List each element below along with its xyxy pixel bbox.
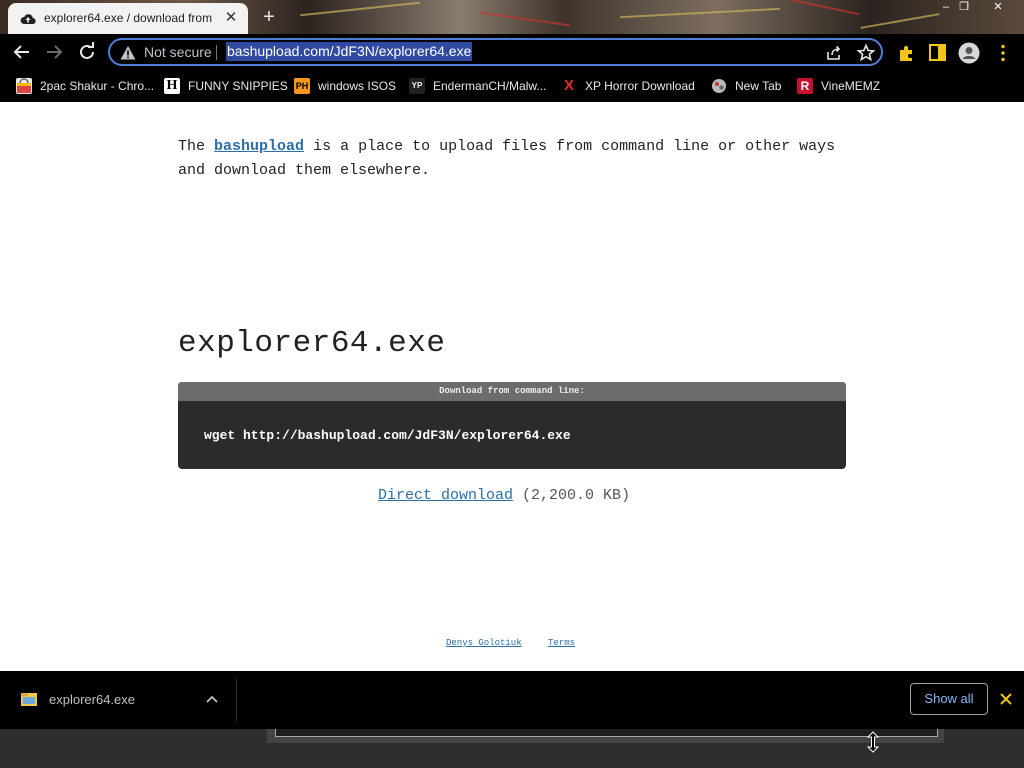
security-label[interactable]: Not secure <box>144 44 212 60</box>
wallpaper-streak <box>480 11 570 27</box>
cloud-upload-icon <box>20 14 36 25</box>
download-shelf: explorer64.exe Show all <box>0 671 1024 729</box>
h-logo-icon: H <box>164 78 180 94</box>
reload-button[interactable] <box>75 40 99 64</box>
file-title: explorer64.exe <box>178 326 446 361</box>
wallpaper-streak <box>300 1 420 17</box>
window-close-icon[interactable]: ✕ <box>986 0 1010 14</box>
resize-cursor-icon <box>866 731 880 753</box>
bookmark-item[interactable]: 2pac Shakur - Chro... <box>16 76 154 96</box>
tab-active[interactable]: explorer64.exe / download from ✕ <box>8 3 248 34</box>
tab-title: explorer64.exe / download from <box>44 11 213 25</box>
reload-icon <box>80 42 94 59</box>
bookmark-label: VineMEMZ <box>821 79 881 93</box>
background-window-frame <box>267 729 944 743</box>
shelf-divider <box>236 679 237 721</box>
command-box: Download from command line: wget http://… <box>178 382 846 469</box>
wallpaper-streak <box>790 0 860 16</box>
r-logo-icon: R <box>797 78 813 94</box>
intro-prefix: The <box>178 138 206 155</box>
bookmark-item[interactable]: New Tab <box>711 76 781 96</box>
footer-terms-link[interactable]: Terms <box>548 638 575 648</box>
download-line: Direct download (2,200.0 KB) <box>378 487 630 504</box>
bookmark-item[interactable]: PH windows ISOS <box>294 76 396 96</box>
page-content: The bashupload is a place to upload file… <box>0 102 1024 671</box>
globe-icon <box>711 78 727 94</box>
download-filename[interactable]: explorer64.exe <box>49 692 135 707</box>
menu-kebab-icon[interactable] <box>992 42 1014 64</box>
extensions-puzzle-icon[interactable] <box>896 42 918 64</box>
address-divider <box>216 45 217 60</box>
new-tab-button[interactable]: + <box>258 6 280 28</box>
intro-paragraph: The bashupload is a place to upload file… <box>178 135 848 183</box>
wallpaper-streak <box>860 13 940 29</box>
warning-icon[interactable] <box>120 45 136 61</box>
bookmark-label: XP Horror Download <box>585 79 695 93</box>
browser-toolbar: Not secure bashupload.com/JdF3N/explorer… <box>0 34 1024 70</box>
tab-strip: explorer64.exe / download from ✕ + – ❐ ✕ <box>0 0 1024 34</box>
tab-close-icon[interactable]: ✕ <box>222 9 240 27</box>
bookmark-item[interactable]: YP EndermanCH/Malw... <box>409 76 546 96</box>
bookmark-label: 2pac Shakur - Chro... <box>40 79 155 93</box>
restore-icon[interactable]: ❐ <box>952 0 976 14</box>
address-bar[interactable]: Not secure bashupload.com/JdF3N/explorer… <box>108 38 883 66</box>
direct-download-link[interactable]: Direct download <box>378 487 513 504</box>
file-size: (2,200.0 KB) <box>522 487 631 504</box>
shelf-close-icon[interactable] <box>997 690 1015 708</box>
bookmark-star-icon[interactable] <box>856 43 876 63</box>
arrow-left-icon <box>13 45 29 59</box>
bashupload-link[interactable]: bashupload <box>214 138 304 155</box>
bookmark-item[interactable]: X XP Horror Download <box>561 76 695 96</box>
footer-author-link[interactable]: Denys Golotiuk <box>446 638 522 648</box>
yp-logo-icon: YP <box>409 78 425 94</box>
background-window-inner <box>275 729 938 737</box>
bookmark-item[interactable]: R VineMEMZ <box>797 76 880 96</box>
url-text[interactable]: bashupload.com/JdF3N/explorer64.exe <box>226 42 473 61</box>
bookmark-label: FUNNY SNIPPIES <box>188 79 288 93</box>
ph-logo-icon: PH <box>294 78 310 94</box>
chevron-up-icon[interactable] <box>204 691 220 707</box>
bookmark-item[interactable]: H FUNNY SNIPPIES <box>164 76 288 96</box>
bookmark-label: New Tab <box>735 79 782 93</box>
bookmarks-bar: 2pac Shakur - Chro... H FUNNY SNIPPIES P… <box>0 70 1024 102</box>
x-logo-icon: X <box>563 77 574 94</box>
show-all-button[interactable]: Show all <box>910 683 988 715</box>
forward-button[interactable] <box>42 40 66 64</box>
command-box-header: Download from command line: <box>178 382 846 401</box>
back-button[interactable] <box>10 40 34 64</box>
wget-command[interactable]: wget http://bashupload.com/JdF3N/explore… <box>204 428 571 443</box>
file-folder-icon <box>21 693 37 706</box>
arrow-right-icon <box>47 45 63 59</box>
side-panel-icon[interactable] <box>927 42 949 64</box>
bookmark-label: windows ISOS <box>318 79 397 93</box>
profile-avatar-icon[interactable] <box>958 42 980 64</box>
wallpaper-streak <box>620 7 780 19</box>
share-icon[interactable] <box>824 43 844 63</box>
chrome-store-icon <box>16 78 32 94</box>
bookmark-label: EndermanCH/Malw... <box>433 79 547 93</box>
